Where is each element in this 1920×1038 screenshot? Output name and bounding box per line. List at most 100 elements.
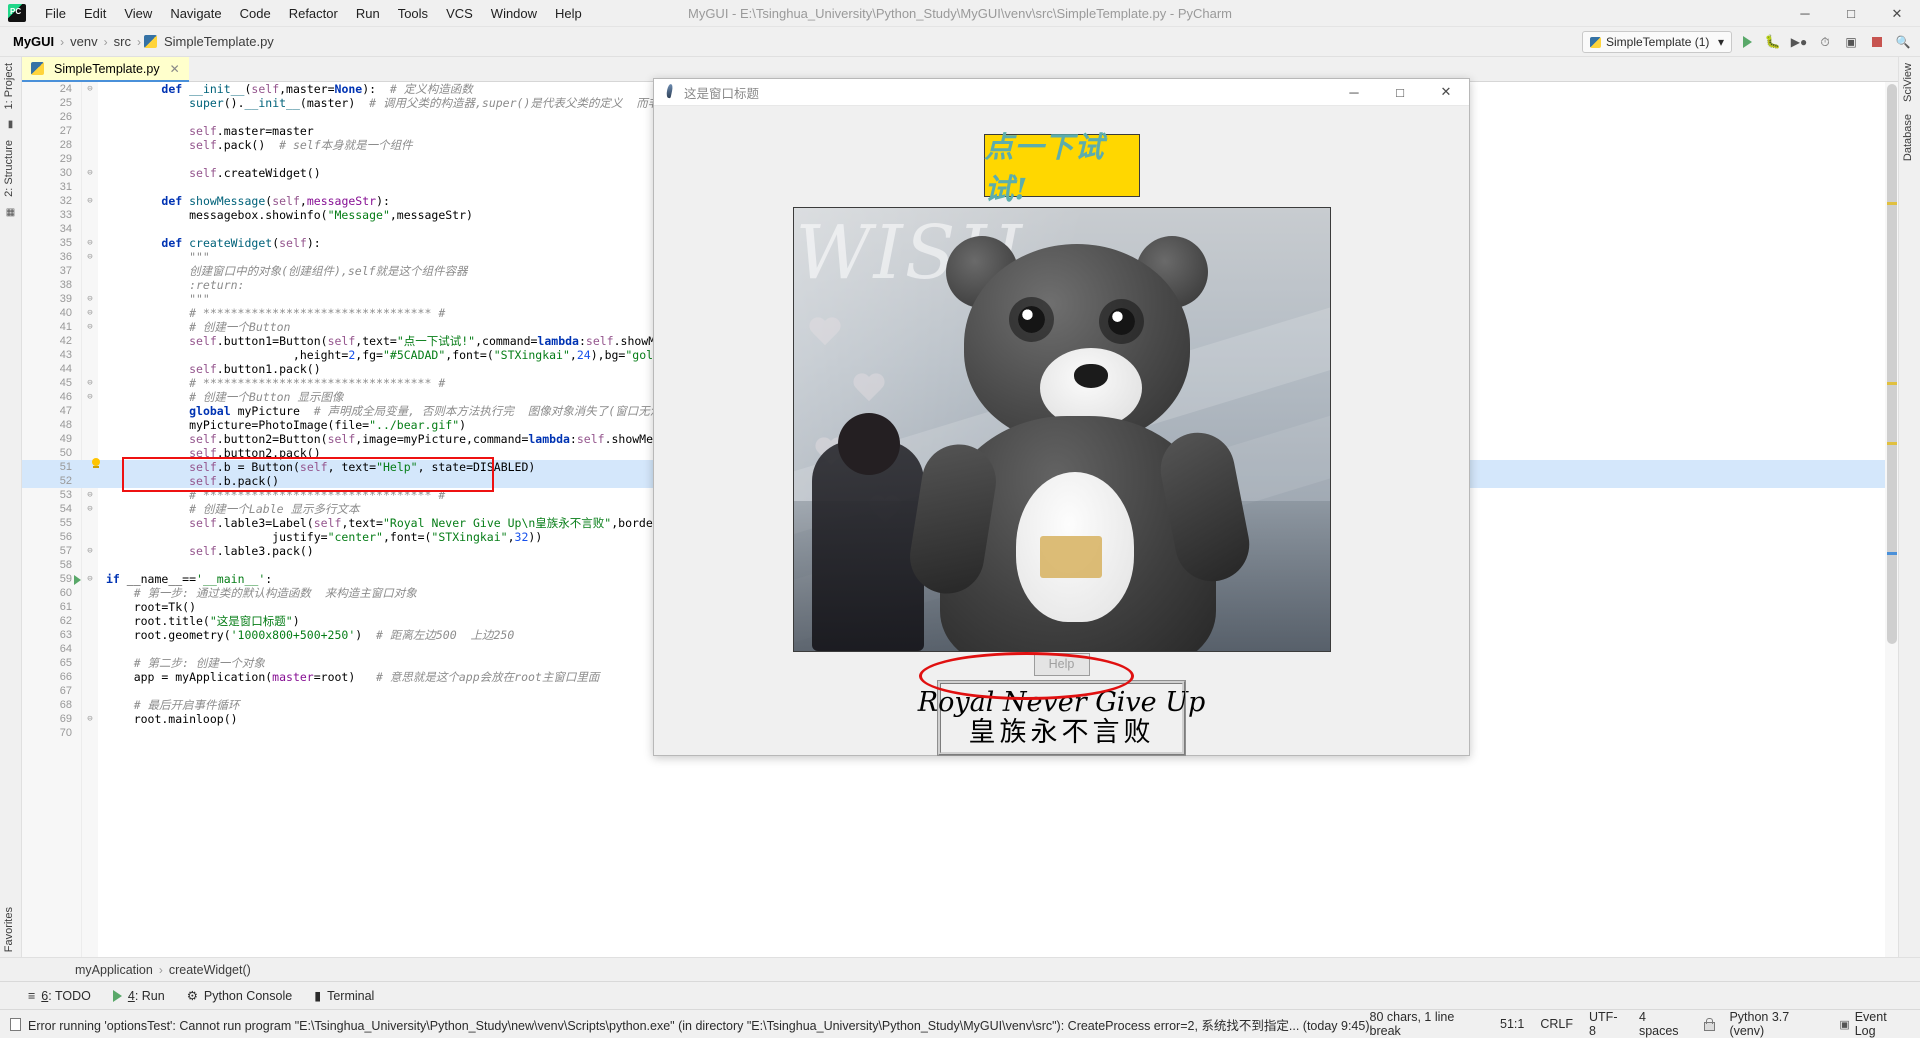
menu-view[interactable]: View bbox=[115, 2, 161, 25]
tk-close-button[interactable]: ✕ bbox=[1423, 79, 1469, 106]
crumb-createwidget[interactable]: createWidget() bbox=[166, 963, 254, 977]
breadcrumb-src[interactable]: src bbox=[111, 34, 134, 49]
line-number: 24 bbox=[59, 83, 72, 95]
code-token: # 声明成全局变量, 否则本方法执行完 图像对象消失了(窗口无法显示) bbox=[313, 404, 692, 418]
tab-simpletemplate-py[interactable]: SimpleTemplate.py ✕ bbox=[22, 57, 189, 82]
sidebar-item-project[interactable]: 1: Project bbox=[0, 57, 18, 115]
debug-button[interactable]: 🐛 bbox=[1762, 31, 1784, 53]
search-everywhere-icon[interactable]: 🔍 bbox=[1892, 31, 1914, 53]
status-interpreter[interactable]: Python 3.7 (venv) bbox=[1729, 1010, 1823, 1038]
menu-help[interactable]: Help bbox=[546, 2, 591, 25]
bear-photo: WISH bbox=[793, 208, 1330, 651]
minimize-button[interactable]: ─ bbox=[1782, 0, 1828, 27]
fold-toggle-icon[interactable]: ⊖ bbox=[84, 488, 96, 502]
tkinter-app-window[interactable]: 这是窗口标题 ─ □ ✕ 点一下试试! WISH Help Royal Neve… bbox=[653, 78, 1470, 756]
fold-toggle-icon[interactable]: ⊖ bbox=[84, 306, 96, 320]
status-line-separator[interactable]: CRLF bbox=[1540, 1017, 1573, 1031]
line-number: 38 bbox=[59, 279, 72, 291]
tk-maximize-button[interactable]: □ bbox=[1377, 79, 1423, 106]
menu-file[interactable]: File bbox=[36, 2, 75, 25]
fold-toggle-icon[interactable]: ⊖ bbox=[84, 236, 96, 250]
sidebar-item-favorites[interactable]: Favorites bbox=[0, 901, 18, 958]
tk-image-button[interactable]: WISH bbox=[792, 207, 1331, 652]
status-encoding[interactable]: UTF-8 bbox=[1589, 1010, 1623, 1038]
fold-toggle-icon[interactable]: ⊖ bbox=[84, 292, 96, 306]
scrollbar-thumb[interactable] bbox=[1887, 84, 1897, 644]
right-tool-strip: SciView Database bbox=[1898, 57, 1920, 981]
run-with-coverage-button[interactable]: ▶● bbox=[1788, 31, 1810, 53]
line-number: 36 bbox=[59, 251, 72, 263]
tool-window-python-console[interactable]: ⚙ Python Console bbox=[187, 988, 292, 1004]
code-token: root=Tk() bbox=[106, 600, 197, 614]
menu-refactor[interactable]: Refactor bbox=[280, 2, 347, 25]
lock-icon[interactable] bbox=[1703, 1017, 1715, 1031]
fold-toggle-icon[interactable]: ⊖ bbox=[84, 712, 96, 726]
intention-bulb-icon[interactable] bbox=[90, 458, 102, 472]
fold-toggle-icon[interactable]: ⊖ bbox=[84, 390, 96, 404]
fold-toggle-icon[interactable]: ⊖ bbox=[84, 376, 96, 390]
code-token: .b = Button( bbox=[216, 460, 300, 474]
stop-button[interactable] bbox=[1866, 31, 1888, 53]
fold-toggle-icon[interactable]: ⊖ bbox=[84, 250, 96, 264]
menu-code[interactable]: Code bbox=[231, 2, 280, 25]
tk-button1[interactable]: 点一下试试! bbox=[983, 130, 1140, 206]
tool-window-terminal[interactable]: ▮ Terminal bbox=[314, 988, 374, 1004]
breadcrumb-mygui[interactable]: MyGUI bbox=[10, 34, 57, 49]
fold-toggle-icon[interactable]: ⊖ bbox=[84, 166, 96, 180]
fold-toggle-icon[interactable]: ⊖ bbox=[84, 544, 96, 558]
breadcrumb: MyGUI › venv › src › SimpleTemplate.py bbox=[10, 34, 277, 49]
code-token: self bbox=[189, 166, 217, 180]
status-message[interactable]: Error running 'optionsTest': Cannot run … bbox=[10, 1015, 1370, 1034]
fold-toggle-icon[interactable]: ⊖ bbox=[84, 82, 96, 96]
fold-toggle-icon[interactable]: ⊖ bbox=[84, 502, 96, 516]
code-token: .button1.pack() bbox=[216, 362, 321, 376]
menu-window[interactable]: Window bbox=[482, 2, 546, 25]
menu-run[interactable]: Run bbox=[347, 2, 389, 25]
fold-toggle-icon[interactable]: ⊖ bbox=[84, 572, 96, 586]
code-token: : bbox=[569, 432, 577, 446]
fold-toggle-icon[interactable]: ⊖ bbox=[84, 194, 96, 208]
line-number: 40 bbox=[59, 307, 72, 319]
sidebar-item-sciview[interactable]: SciView bbox=[1899, 57, 1917, 108]
menu-navigate[interactable]: Navigate bbox=[161, 2, 230, 25]
fold-toggle-icon[interactable]: ⊖ bbox=[84, 320, 96, 334]
status-indent[interactable]: 4 spaces bbox=[1639, 1010, 1687, 1038]
sidebar-item-structure[interactable]: 2: Structure bbox=[0, 134, 18, 203]
menu-vcs[interactable]: VCS bbox=[437, 2, 482, 25]
close-button[interactable]: ✕ bbox=[1874, 0, 1920, 27]
maximize-button[interactable]: □ bbox=[1828, 0, 1874, 27]
sidebar-item-database[interactable]: Database bbox=[1899, 108, 1917, 167]
code-token: __name__== bbox=[126, 572, 197, 586]
status-caret-position[interactable]: 51:1 bbox=[1500, 1017, 1524, 1031]
crumb-myapplication[interactable]: myApplication bbox=[72, 963, 156, 977]
attach-button[interactable]: ▣ bbox=[1840, 31, 1862, 53]
code-token: """ bbox=[106, 292, 210, 306]
breadcrumb-file[interactable]: SimpleTemplate.py bbox=[161, 34, 277, 49]
code-token: "点一下试试!" bbox=[396, 334, 476, 348]
event-log-label: Event Log bbox=[1854, 1010, 1887, 1038]
close-icon[interactable]: ✕ bbox=[170, 62, 180, 76]
grid-icon[interactable]: ▦ bbox=[0, 203, 21, 222]
tool-window-todo[interactable]: ≡ 6: TODO bbox=[28, 989, 91, 1003]
chevron-down-icon[interactable]: ▾ bbox=[1718, 35, 1724, 49]
warning-marker bbox=[1887, 442, 1897, 445]
event-log-button[interactable]: ▣ Event Log bbox=[1839, 1010, 1908, 1038]
code-token: lambda bbox=[537, 334, 579, 348]
bookmark-icon[interactable]: ▮ bbox=[0, 115, 21, 134]
tk-label3-line1: Royal Never Give Up bbox=[917, 687, 1206, 719]
menu-tools[interactable]: Tools bbox=[389, 2, 437, 25]
code-token: def bbox=[161, 82, 190, 96]
tool-window-run[interactable]: 4: Run bbox=[112, 989, 165, 1003]
profile-button[interactable]: ⏱ bbox=[1814, 31, 1836, 53]
run-button[interactable] bbox=[1736, 31, 1758, 53]
breadcrumb-venv[interactable]: venv bbox=[67, 34, 100, 49]
run-configuration-selector[interactable]: SimpleTemplate (1) ▾ bbox=[1582, 31, 1732, 53]
menu-edit[interactable]: Edit bbox=[75, 2, 115, 25]
code-token: # 创建一个Button 显示图像 bbox=[106, 390, 344, 404]
editor-scrollbar[interactable] bbox=[1885, 82, 1898, 981]
person-silhouette bbox=[811, 412, 924, 651]
code-token: '1000x800+500+250' bbox=[230, 628, 356, 642]
tk-minimize-button[interactable]: ─ bbox=[1331, 79, 1377, 106]
